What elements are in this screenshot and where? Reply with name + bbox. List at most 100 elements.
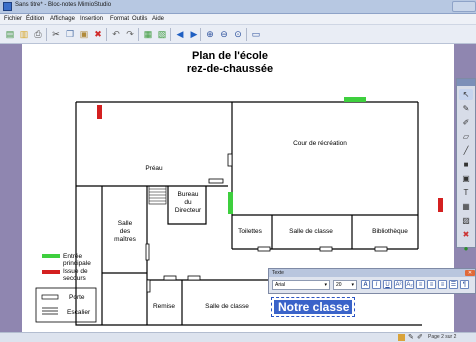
zoom-fit-icon[interactable]: ⊙ xyxy=(232,28,244,40)
subscript-button[interactable]: A₂ xyxy=(405,280,414,289)
left-gutter xyxy=(0,44,22,332)
menu-edition[interactable]: Édition xyxy=(26,16,44,22)
print-icon[interactable]: ⎙ xyxy=(32,28,44,40)
screen-icon[interactable]: ▭ xyxy=(250,28,262,40)
redo-icon[interactable]: ↷ xyxy=(124,28,136,40)
emergency-exit-2 xyxy=(438,198,443,212)
text-toolbar-header[interactable]: Texte ✕ xyxy=(269,269,475,277)
page-indicator: Page 2 sur 2 xyxy=(428,334,457,340)
undo-icon[interactable]: ↶ xyxy=(110,28,122,40)
menu-insertion[interactable]: Insertion xyxy=(80,16,103,22)
room-salle-classe-2: Salle de classe xyxy=(205,303,249,310)
status-bar: ✎ ✐ Page 2 sur 2 xyxy=(0,332,476,342)
copy-icon[interactable]: ❐ xyxy=(64,28,76,40)
previous-page-icon[interactable]: ◀ xyxy=(174,28,186,40)
toolbar-separator xyxy=(46,28,47,41)
room-bureau-3: Directeur xyxy=(175,207,202,214)
highlighter-tool-icon[interactable]: ✐ xyxy=(459,117,473,128)
room-bureau-2: du xyxy=(184,199,192,206)
legend-entree-1: Entrée xyxy=(63,253,83,260)
image-tool-icon[interactable]: ▨ xyxy=(459,215,473,226)
align-center-button[interactable]: ≡ xyxy=(427,280,436,289)
toolbar-separator xyxy=(246,28,247,41)
text-box-content[interactable]: Notre classe xyxy=(274,300,352,314)
menu-bar: Fichier Édition Affichage Insertion Form… xyxy=(0,14,476,25)
new-icon[interactable]: ▤ xyxy=(4,28,16,40)
cut-icon[interactable]: ✂ xyxy=(50,28,62,40)
line-tool-icon[interactable]: ╱ xyxy=(459,145,473,156)
room-bibliotheque: Bibliothèque xyxy=(372,228,408,235)
fill-tool-icon[interactable]: ▣ xyxy=(459,173,473,184)
delete-icon[interactable]: ✖ xyxy=(92,28,104,40)
window-controls[interactable] xyxy=(452,1,476,12)
zoom-out-icon[interactable]: ⊖ xyxy=(218,28,230,40)
main-entrance xyxy=(344,97,366,102)
room-remise: Remise xyxy=(153,303,175,310)
superscript-button[interactable]: A² xyxy=(394,280,403,289)
color-tool-icon[interactable]: ● xyxy=(459,243,473,254)
legend-door-symbol xyxy=(41,294,59,300)
menu-format[interactable]: Format xyxy=(110,16,129,22)
room-salle-maitres-1: Salle xyxy=(118,220,133,227)
list-button[interactable]: ☰ xyxy=(449,280,458,289)
open-icon[interactable]: ▥ xyxy=(18,28,30,40)
main-toolbar: ▤ ▥ ⎙ ✂ ❐ ▣ ✖ ↶ ↷ ▦ ▧ ◀ ▶ ⊕ ⊖ ⊙ ▭ xyxy=(0,25,476,44)
legend-escalier: Escalier xyxy=(67,309,91,316)
chevron-down-icon: ▾ xyxy=(324,282,327,288)
menu-outils[interactable]: Outils xyxy=(132,16,147,22)
legend-secours-2: secours xyxy=(63,275,87,282)
title-bar: Sans titre* - Bloc-notes MimioStudio xyxy=(0,0,476,14)
menu-fichier[interactable]: Fichier xyxy=(4,16,22,22)
status-pen-icon[interactable]: ✎ xyxy=(408,333,414,341)
toolbar-separator xyxy=(200,28,201,41)
legend-porte: Porte xyxy=(69,294,85,301)
paste-icon[interactable]: ▣ xyxy=(78,28,90,40)
toolbar-separator xyxy=(170,28,171,41)
emergency-exit-1 xyxy=(97,105,102,119)
selected-text-box[interactable]: Notre classe xyxy=(271,297,355,317)
legend: Entrée principale Issue de secours Porte… xyxy=(35,253,97,323)
italic-button[interactable]: I xyxy=(372,280,381,289)
room-preau: Préau xyxy=(145,165,163,172)
legend-stairs-symbol xyxy=(42,307,58,315)
room-bureau-1: Bureau xyxy=(178,191,199,198)
delete-page-icon[interactable]: ▧ xyxy=(156,28,168,40)
grid-tool-icon[interactable]: ▦ xyxy=(459,201,473,212)
eraser-tool-icon[interactable]: ▱ xyxy=(459,131,473,142)
tool-palette: ↖ ✎ ✐ ▱ ╱ ■ ▣ T ▦ ▨ ✖ ● xyxy=(456,78,476,253)
font-size-value: 20 xyxy=(336,282,342,288)
room-salle-maitres-2: des xyxy=(120,228,131,235)
toolbar-separator xyxy=(106,28,107,41)
main-entrance-2 xyxy=(228,192,233,214)
align-left-button[interactable]: ≡ xyxy=(416,280,425,289)
font-size-select[interactable]: 20 ▾ xyxy=(333,280,357,290)
toolbar-separator xyxy=(138,28,139,41)
legend-secours-swatch xyxy=(42,270,60,274)
app-icon xyxy=(3,2,12,11)
legend-secours-1: Issue de xyxy=(63,268,88,275)
pen-tool-icon[interactable]: ✎ xyxy=(459,103,473,114)
menu-aide[interactable]: Aide xyxy=(152,16,164,22)
insert-page-icon[interactable]: ▦ xyxy=(142,28,154,40)
close-icon[interactable]: ✕ xyxy=(465,270,475,276)
paragraph-button[interactable]: ¶ xyxy=(460,280,469,289)
text-toolbar: Texte ✕ Arial ▾ 20 ▾ A I U A² A₂ ≡ ≡ ≡ ☰… xyxy=(268,268,476,294)
font-value: Arial xyxy=(275,282,286,288)
bold-button[interactable]: A xyxy=(361,280,370,289)
plan-title-line1: Plan de l'école xyxy=(192,50,268,62)
underline-button[interactable]: U xyxy=(383,280,392,289)
select-tool-icon[interactable]: ↖ xyxy=(459,89,473,100)
status-highlighter-icon[interactable]: ✐ xyxy=(417,333,423,341)
text-tool-icon[interactable]: T xyxy=(459,187,473,198)
legend-box xyxy=(35,287,97,323)
staircase xyxy=(148,185,167,205)
font-select[interactable]: Arial ▾ xyxy=(272,280,330,290)
shape-tool-icon[interactable]: ■ xyxy=(459,159,473,170)
zoom-in-icon[interactable]: ⊕ xyxy=(204,28,216,40)
status-pointer-icon[interactable] xyxy=(398,334,405,341)
menu-affichage[interactable]: Affichage xyxy=(50,16,75,22)
delete-tool-icon[interactable]: ✖ xyxy=(459,229,473,240)
align-right-button[interactable]: ≡ xyxy=(438,280,447,289)
next-page-icon[interactable]: ▶ xyxy=(188,28,200,40)
palette-header[interactable] xyxy=(457,79,475,86)
